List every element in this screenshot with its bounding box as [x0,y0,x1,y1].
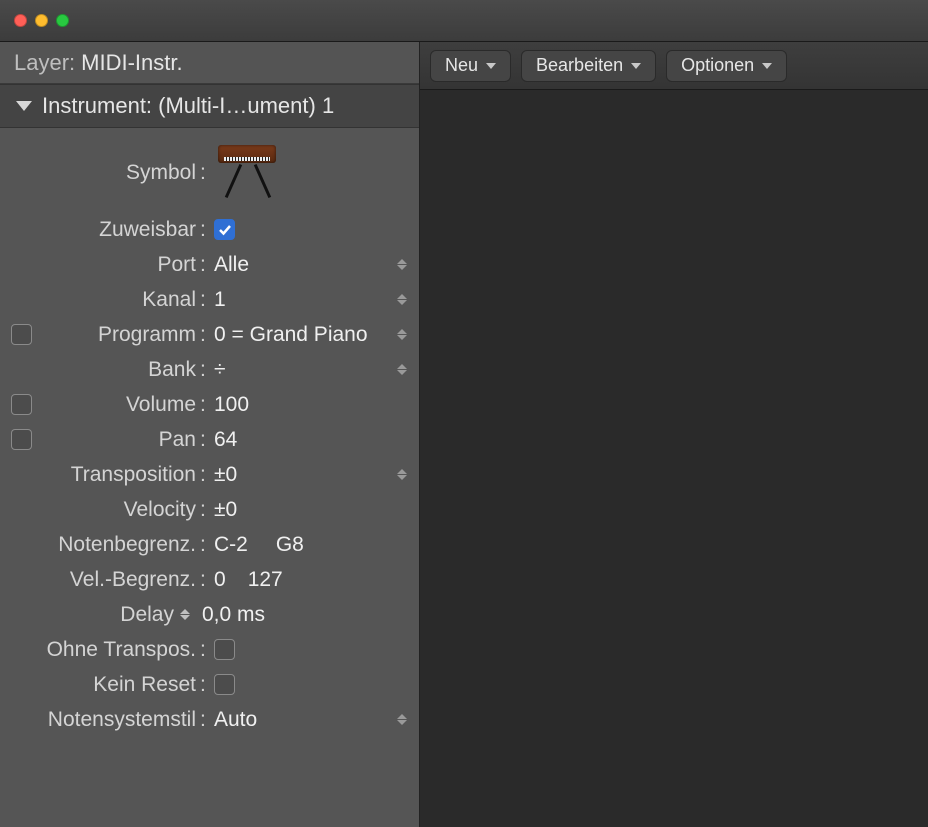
notelimit-low[interactable]: C-2 [214,533,248,557]
symbol-picker[interactable] [212,141,409,205]
bank-value[interactable]: ÷ [212,358,397,382]
minimize-window-button[interactable] [35,14,48,27]
kanal-value[interactable]: 1 [212,288,397,312]
close-window-button[interactable] [14,14,27,27]
notensystemstil-value[interactable]: Auto [212,708,397,732]
vellimit-label: Vel.-Begrenz. [36,568,200,592]
bank-stepper[interactable] [397,364,407,375]
neu-menu[interactable]: Neu [430,50,511,82]
port-stepper[interactable] [397,259,407,270]
port-label: Port [36,253,200,277]
zuweisbar-checkbox[interactable] [214,219,235,240]
velocity-value[interactable]: ±0 [212,498,409,522]
notelimit-high[interactable]: G8 [276,533,304,557]
velocity-label: Velocity [36,498,200,522]
pan-value[interactable]: 64 [212,428,409,452]
keinreset-checkbox[interactable] [214,674,235,695]
programm-value[interactable]: 0 = Grand Piano [212,323,397,347]
window-titlebar [0,0,928,42]
programm-label: Programm [36,323,200,347]
environment-canvas[interactable]: Neu Bearbeiten Optionen 1234567891011121… [420,42,928,827]
notelimit-label: Notenbegrenz. [36,533,200,557]
vellimit-high[interactable]: 127 [248,568,283,592]
notensystemstil-label: Notensystemstil [36,708,200,732]
optionen-menu[interactable]: Optionen [666,50,787,82]
vellimit-low[interactable]: 0 [214,568,226,592]
zoom-window-button[interactable] [56,14,69,27]
bank-label: Bank [36,358,200,382]
layer-key: Layer: [14,50,75,76]
transposition-stepper[interactable] [397,469,407,480]
ohnetranspos-checkbox[interactable] [214,639,235,660]
section-title: Instrument: (Multi-I…ument) 1 [42,93,334,119]
bearbeiten-menu[interactable]: Bearbeiten [521,50,656,82]
window-controls [14,14,69,27]
symbol-label: Symbol [36,161,200,185]
pan-enable-checkbox[interactable] [11,429,32,450]
layer-value: MIDI-Instr. [81,50,182,76]
layer-selector[interactable]: Layer: MIDI-Instr. [0,42,419,84]
keinreset-label: Kein Reset [36,673,200,697]
transposition-label: Transposition [36,463,200,487]
inspector-sidebar: Layer: MIDI-Instr. Instrument: (Multi-I…… [0,42,420,827]
programm-stepper[interactable] [397,329,407,340]
zuweisbar-label: Zuweisbar [36,218,200,242]
canvas-toolbar: Neu Bearbeiten Optionen [420,42,928,90]
notensystemstil-stepper[interactable] [397,714,407,725]
chevron-down-icon [762,63,772,69]
section-header[interactable]: Instrument: (Multi-I…ument) 1 [0,84,419,128]
programm-enable-checkbox[interactable] [11,324,32,345]
keyboard-stand-icon [214,141,282,205]
pan-label: Pan [36,428,200,452]
chevron-down-icon [631,63,641,69]
delay-value[interactable]: 0,0 ms [200,603,409,627]
port-value[interactable]: Alle [212,253,397,277]
chevron-down-icon [486,63,496,69]
delay-label: Delay [120,603,174,627]
kanal-label: Kanal [36,288,200,312]
transposition-value[interactable]: ±0 [212,463,397,487]
volume-enable-checkbox[interactable] [11,394,32,415]
kanal-stepper[interactable] [397,294,407,305]
disclose-triangle-icon [16,101,32,111]
volume-label: Volume [36,393,200,417]
volume-value[interactable]: 100 [212,393,409,417]
ohnetranspos-label: Ohne Transpos. [36,638,200,662]
delay-mode-stepper[interactable] [180,609,190,620]
